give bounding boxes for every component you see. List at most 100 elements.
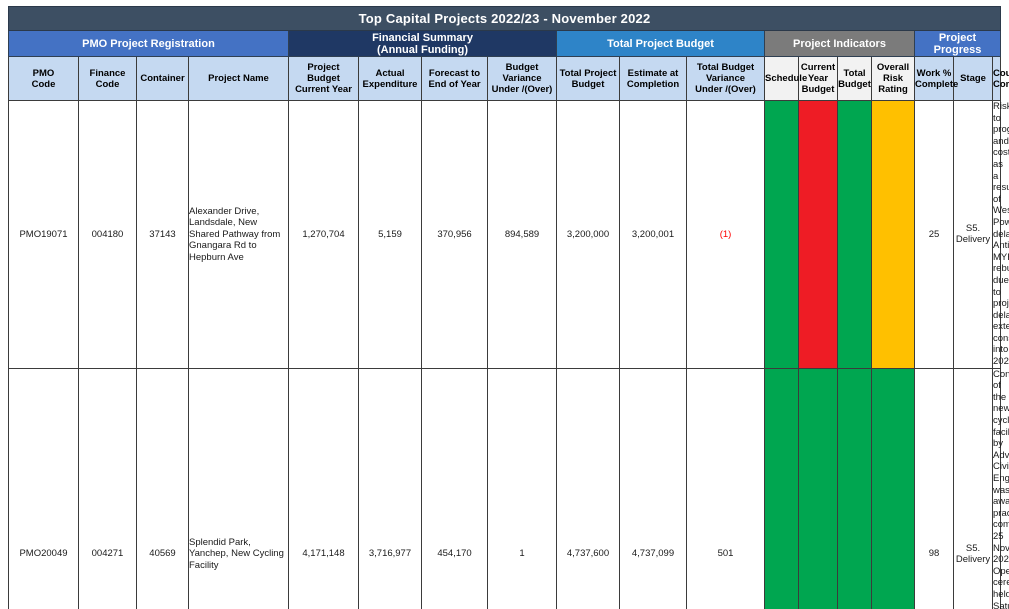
cell-container: 37143 (136, 100, 189, 369)
col-header-pmo-code-l1: PMO (32, 67, 55, 79)
col-header-wpc-l2: Complete (915, 78, 959, 90)
status-indicator-ind-total-budget (837, 100, 872, 369)
col-header-finance-code-l2: Code (95, 78, 120, 90)
cell-total-budget-variance: 501 (686, 367, 765, 609)
group-header-financial: Financial Summary (Annual Funding) (288, 30, 557, 57)
col-header-feoy-l2: End of Year (428, 78, 481, 90)
group-header-total-project-budget: Total Project Budget (556, 30, 765, 57)
cell-council-comments: Risk to program and costs as a result of… (992, 100, 1009, 369)
col-header-bv-l2: Variance (502, 73, 542, 84)
cell-estimate-at-completion: 4,737,099 (619, 367, 687, 609)
report-page: Top Capital Projects 2022/23 - November … (0, 0, 1009, 609)
cell-finance-code: 004180 (78, 100, 137, 369)
group-header-row: PMO Project Registration Financial Summa… (8, 30, 1001, 57)
col-header-tpb-l1: Total Project (559, 67, 617, 79)
col-header-council-comments: Council Comments (992, 56, 1009, 101)
cell-stage: S5. Delivery (953, 100, 993, 369)
group-header-project-indicators: Project Indicators (764, 30, 915, 57)
col-header-bv-l3: Under /(Over) (491, 84, 553, 95)
col-header-budget-variance: Budget Variance Under /(Over) (487, 56, 557, 101)
col-header-estimate-at-completion: Estimate at Completion (619, 56, 687, 101)
status-indicator-ind-total-budget (837, 367, 872, 609)
col-header-container: Container (136, 56, 189, 101)
status-indicator-ind-cy-budget (798, 367, 838, 609)
cell-actual-expenditure: 3,716,977 (358, 367, 422, 609)
cell-stage-line2: Delivery (955, 234, 991, 246)
cell-forecast-to-end-of-year: 454,170 (421, 367, 488, 609)
col-header-indicator-total-budget: Total Budget (837, 56, 872, 101)
col-header-stage-l1: Stage (960, 73, 986, 84)
status-indicator-ind-risk (871, 367, 915, 609)
col-header-orr-l1: Overall (876, 62, 910, 73)
col-header-forecast-to-end-of-year: Forecast to End of Year (421, 56, 488, 101)
col-header-total-project-budget: Total Project Budget (556, 56, 620, 101)
col-header-pmo-code: PMO Code (8, 56, 79, 101)
col-header-sched-l1: Schedule (765, 73, 808, 84)
status-indicator-ind-schedule (764, 100, 799, 369)
group-header-financial-line2: (Annual Funding) (376, 43, 469, 56)
cell-container: 40569 (136, 367, 189, 609)
cell-project-budget-current-year: 1,270,704 (288, 100, 359, 369)
col-header-tbv-l3: Under /(Over) (695, 84, 756, 95)
col-header-tpb-l2: Budget (571, 78, 605, 90)
group-header-financial-line1: Financial Summary (372, 31, 473, 44)
col-header-eac-l2: Completion (626, 78, 680, 90)
col-header-cyb-l3: Budget (801, 84, 835, 95)
cell-stage-line1: S5. (965, 542, 981, 554)
col-header-orr-l2: Risk Rating (878, 73, 908, 95)
cell-estimate-at-completion: 3,200,001 (619, 100, 687, 369)
cell-total-project-budget: 4,737,600 (556, 367, 620, 609)
title-row: Top Capital Projects 2022/23 - November … (8, 6, 1001, 31)
top-capital-projects-table: Top Capital Projects 2022/23 - November … (8, 6, 1009, 609)
status-indicator-ind-risk (871, 100, 915, 369)
col-header-container-l1: Container (140, 73, 185, 84)
col-header-project-name: Project Name (188, 56, 289, 101)
col-header-finance-code-l1: Finance (89, 67, 126, 79)
cell-total-budget-variance: (1) (686, 100, 765, 369)
col-header-eac-l1: Estimate at (627, 67, 679, 79)
group-header-registration: PMO Project Registration (8, 30, 289, 57)
cell-stage: S5. Delivery (953, 367, 993, 609)
col-header-work-percent-complete: Work % Complete (914, 56, 959, 101)
cell-work-percent-complete: 25 (914, 100, 954, 369)
cell-budget-variance: 894,589 (487, 100, 557, 369)
cell-project-name: Splendid Park, Yanchep, New Cycling Faci… (188, 367, 289, 609)
col-header-bv-l1: Budget (505, 62, 539, 73)
page-title: Top Capital Projects 2022/23 - November … (8, 6, 1001, 31)
cell-forecast-to-end-of-year: 370,956 (421, 100, 488, 369)
col-header-pbcy-l3: Current Year (295, 84, 352, 95)
table-row[interactable]: PMO19071 004180 37143 Alexander Drive, Land… (8, 100, 1009, 369)
group-header-project-progress: Project Progress (914, 30, 1001, 57)
status-indicator-ind-cy-budget (798, 100, 838, 369)
col-header-itb-l2: Budget (838, 78, 871, 90)
col-header-finance-code: Finance Code (78, 56, 137, 101)
col-header-feoy-l1: Forecast to (428, 67, 481, 79)
cell-total-project-budget: 3,200,000 (556, 100, 620, 369)
cell-project-budget-current-year: 4,171,148 (288, 367, 359, 609)
cell-actual-expenditure: 5,159 (358, 100, 422, 369)
col-header-stage: Stage (953, 56, 993, 101)
cell-stage-line2: Delivery (955, 554, 991, 566)
col-header-indicator-schedule: Schedule (764, 56, 808, 101)
table-body: PMO19071 004180 37143 Alexander Drive, Land… (8, 100, 1009, 609)
col-header-pbcy-l1: Project (307, 62, 340, 73)
cell-pmo-code: PMO19071 (8, 100, 79, 369)
col-header-indicator-overall-risk-rating: Overall Risk Rating (871, 56, 915, 101)
cell-work-percent-complete: 98 (914, 367, 954, 609)
col-header-itb-l1: Total (843, 67, 866, 79)
col-header-total-budget-variance: Total Budget Variance Under /(Over) (686, 56, 765, 101)
col-header-ae-l1: Actual (375, 67, 405, 79)
status-indicator-ind-schedule (764, 367, 799, 609)
col-header-wpc-l1: Work % (916, 67, 952, 79)
col-header-pmo-code-l2: Code (31, 78, 56, 90)
col-header-pbcy-l2: Budget (307, 73, 340, 84)
col-header-project-budget-current-year: Project Budget Current Year (288, 56, 359, 101)
col-header-actual-expenditure: Actual Expenditure (358, 56, 422, 101)
cell-pmo-code: PMO20049 (8, 367, 79, 609)
col-header-tbv-l2: Variance (705, 73, 746, 84)
table-row[interactable]: PMO20049 004271 40569 Splendid Park, Yanche… (8, 367, 1009, 609)
cell-finance-code: 004271 (78, 367, 137, 609)
col-header-project-name-l1: Project Name (208, 73, 269, 84)
cell-council-comments: Construction of the new cycling facility… (992, 367, 1009, 609)
cell-project-name: Alexander Drive, Landsdale, New Shared P… (188, 100, 289, 369)
